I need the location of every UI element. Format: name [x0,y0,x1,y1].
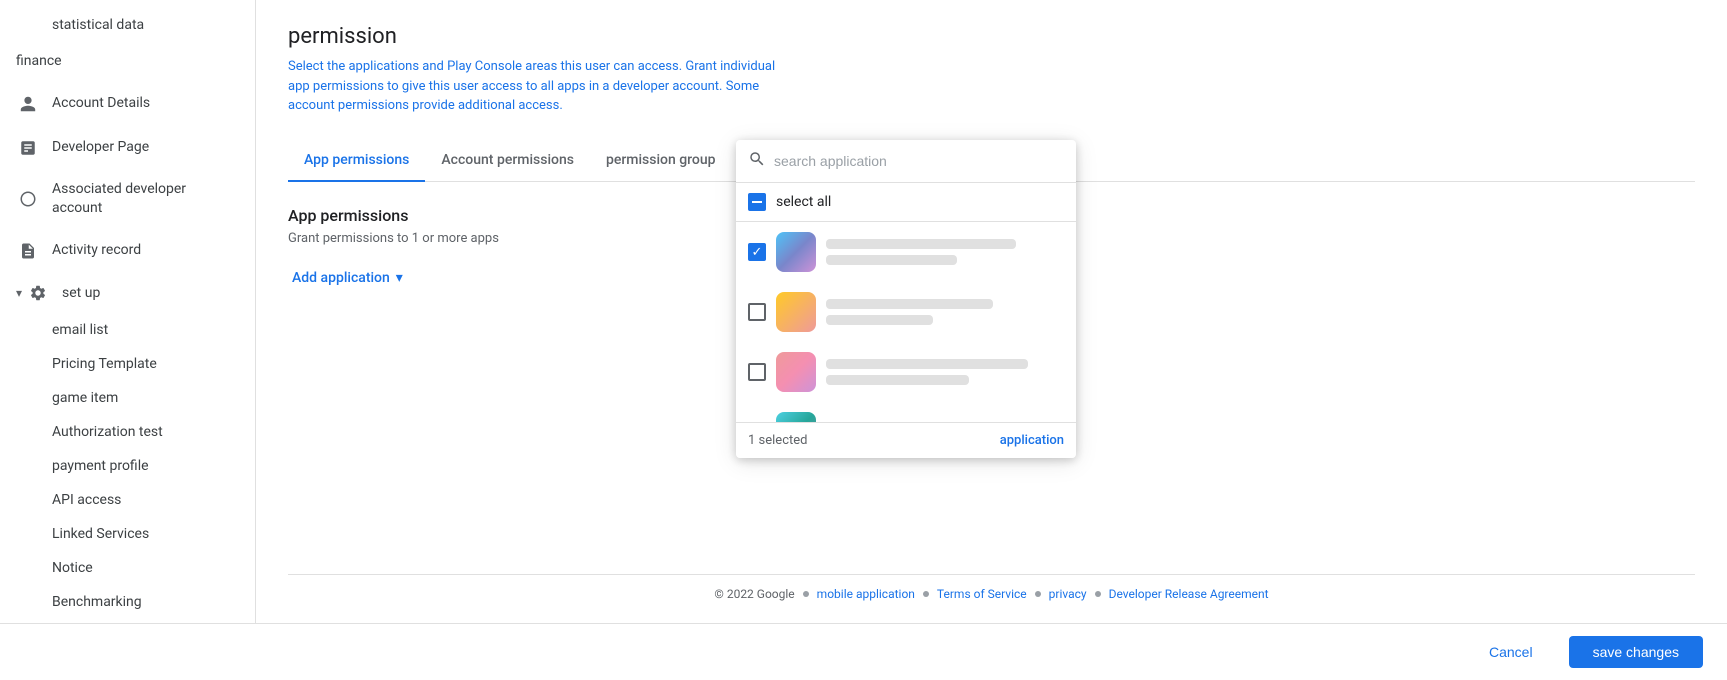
sidebar-item-developer-page[interactable]: Developer Page [0,126,247,170]
dropdown-footer: 1 selected application [736,422,1076,458]
footer-privacy[interactable]: privacy [1049,587,1087,601]
cancel-button[interactable]: Cancel [1465,636,1557,668]
app-icon-1 [776,232,816,272]
sidebar-item-setup[interactable]: ▾ set up [0,273,255,313]
app-checkbox-3[interactable] [748,363,766,381]
dropdown-search-row [736,140,1076,183]
app-checkbox-2[interactable] [748,303,766,321]
app-icon-2 [776,292,816,332]
page-description: Select the applications and Play Console… [288,57,788,116]
application-dropdown: select all ✓ [736,140,1076,458]
footer-terms[interactable]: Terms of Service [937,587,1027,601]
application-link[interactable]: application [1000,433,1064,448]
footer-mobile-application[interactable]: mobile application [817,587,915,601]
sidebar-item-pricing-template[interactable]: Pricing Template [0,347,247,381]
page-title: permission [288,24,1695,49]
sidebar-item-associated-developer-account[interactable]: Associated developer account [0,170,247,229]
activity-icon [16,239,40,263]
sidebar-item-notice[interactable]: Notice [0,551,247,585]
app-icon-4 [776,412,816,422]
footer-dot-1 [803,591,809,597]
search-icon [748,150,766,172]
main-content: permission Select the applications and P… [256,0,1727,623]
gear-icon [26,281,50,305]
app-icon-3 [776,352,816,392]
app-name-line [826,239,1016,249]
page-footer-area: © 2022 Google mobile application Terms o… [288,574,1695,613]
document-icon [16,136,40,160]
chevron-down-icon: ▾ [16,286,22,300]
save-changes-button[interactable]: save changes [1569,636,1703,668]
list-item[interactable] [736,402,1076,422]
app-text-2 [826,299,1064,325]
sidebar-item-finance[interactable]: finance [0,42,247,82]
footer-dot-4 [1095,591,1101,597]
page-footer: © 2022 Google mobile application Terms o… [288,574,1695,613]
sidebar-item-account-details[interactable]: Account Details [0,82,247,126]
sidebar-item-linked-services[interactable]: Linked Services [0,517,247,551]
list-item[interactable] [736,282,1076,342]
bottom-bar: Cancel save changes [0,623,1727,680]
add-application-button[interactable]: Add application ▾ [288,262,407,294]
sidebar-item-statistical-data[interactable]: statistical data [0,8,247,42]
tab-permission-group[interactable]: permission group [590,140,732,182]
search-input[interactable] [774,153,1064,169]
person-icon [16,92,40,116]
app-name-line [826,299,993,309]
circle-icon [16,187,40,211]
sidebar: statistical data finance Account Details… [0,0,256,623]
footer-developer-release[interactable]: Developer Release Agreement [1109,587,1269,601]
select-all-row[interactable]: select all [736,183,1076,222]
sidebar-item-activity-record[interactable]: Activity record [0,229,247,273]
app-checkbox-1[interactable]: ✓ [748,243,766,261]
tab-app-permissions[interactable]: App permissions [288,140,425,182]
sidebar-item-email-list[interactable]: email list [0,313,247,347]
select-all-checkbox[interactable] [748,193,766,211]
app-text-1 [826,239,1064,265]
sidebar-item-api-access[interactable]: API access [0,483,247,517]
app-sub-line [826,315,933,325]
sidebar-item-benchmarking[interactable]: Benchmarking [0,585,247,619]
tab-account-permissions[interactable]: Account permissions [425,140,590,182]
sidebar-item-payment-profile[interactable]: payment profile [0,449,247,483]
list-item[interactable]: ✓ [736,222,1076,282]
select-all-label[interactable]: select all [776,194,831,210]
sidebar-item-game-item[interactable]: game item [0,381,247,415]
app-sub-line [826,255,957,265]
app-list: ✓ [736,222,1076,422]
app-text-3 [826,359,1064,385]
footer-dot-2 [923,591,929,597]
dropdown-arrow-icon: ▾ [396,270,403,286]
copyright: © 2022 Google [714,587,794,601]
sidebar-item-authorization-test[interactable]: Authorization test [0,415,247,449]
footer-dot-3 [1035,591,1041,597]
selected-count: 1 selected [748,433,807,448]
app-name-line [826,359,1028,369]
list-item[interactable] [736,342,1076,402]
checkmark-icon: ✓ [752,246,763,259]
app-sub-line [826,375,969,385]
